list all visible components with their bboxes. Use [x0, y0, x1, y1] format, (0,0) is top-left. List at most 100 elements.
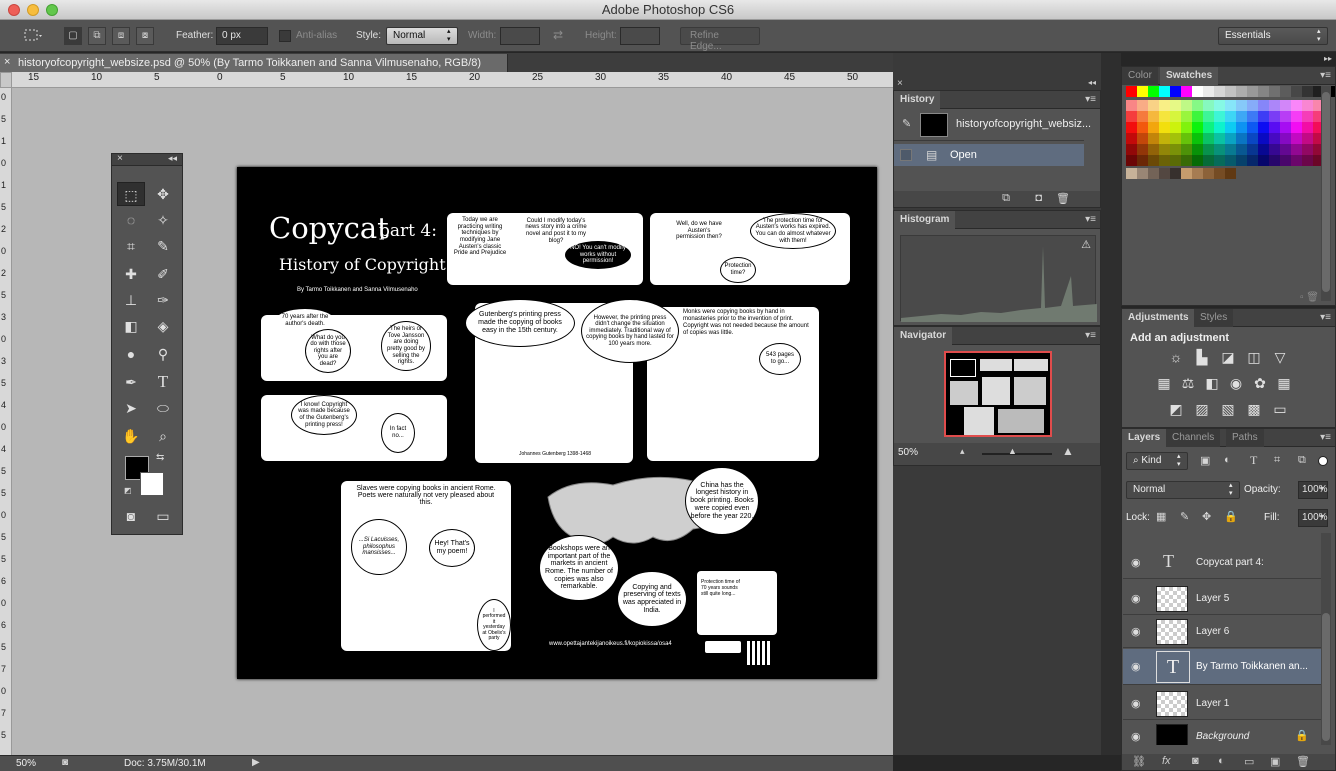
height-input[interactable] — [620, 27, 660, 45]
color-swatch[interactable] — [1225, 86, 1236, 97]
layer-row-layer5[interactable]: ◉ Layer 5 — [1123, 583, 1321, 615]
color-swatch[interactable] — [1269, 111, 1280, 122]
color-swatch[interactable] — [1192, 111, 1203, 122]
color-swatch[interactable] — [1214, 111, 1225, 122]
color-swatch[interactable] — [1148, 86, 1159, 97]
styles-tab[interactable]: Styles — [1194, 309, 1234, 327]
visibility-eye-icon[interactable]: ◉ — [1131, 556, 1145, 569]
move-icon[interactable]: ✥ — [149, 182, 177, 206]
color-swatch[interactable] — [1247, 122, 1258, 133]
color-swatch[interactable] — [1214, 155, 1225, 166]
color-balance-icon[interactable]: ⚖ — [1178, 373, 1198, 393]
lock-transparency-icon[interactable]: ▦ — [1156, 510, 1166, 523]
color-swatch[interactable] — [1291, 144, 1302, 155]
opacity-dropdown-icon[interactable]: ▾ — [1320, 484, 1324, 493]
color-swatch[interactable] — [1280, 155, 1291, 166]
hand-icon[interactable]: ✋ — [117, 424, 145, 448]
style-select[interactable]: Normal — [386, 27, 458, 45]
navigator-preview[interactable] — [944, 351, 1052, 437]
close-tab-icon[interactable]: × — [4, 56, 10, 68]
type-icon[interactable]: T — [149, 370, 177, 394]
lock-all-icon[interactable]: 🔒 — [1224, 510, 1238, 523]
color-swatch[interactable] — [1126, 155, 1137, 166]
lock-position-icon[interactable]: ✥ — [1202, 510, 1211, 523]
zoom-out-icon[interactable]: ▴ — [960, 446, 965, 457]
close-middle-dock-icon[interactable]: × — [897, 78, 903, 89]
filter-type-icon[interactable]: T — [1250, 453, 1257, 468]
color-swatch[interactable] — [1214, 122, 1225, 133]
visibility-eye-icon[interactable]: ◉ — [1131, 730, 1145, 743]
zoom-in-icon[interactable]: ▲ — [1062, 444, 1074, 458]
magic-wand-icon[interactable]: ✧ — [149, 208, 177, 232]
color-swatch[interactable] — [1291, 133, 1302, 144]
history-menu-icon[interactable]: ▾≡ — [1085, 94, 1096, 105]
collapse-tools-icon[interactable]: ◂◂ — [168, 153, 177, 164]
delete-layer-icon[interactable]: 🗑 — [1296, 755, 1310, 768]
color-swatch[interactable] — [1258, 100, 1269, 111]
color-swatch[interactable] — [1302, 86, 1313, 97]
color-swatch[interactable] — [1170, 100, 1181, 111]
screen-mode-icon[interactable]: ▭ — [149, 504, 177, 528]
layer-row-background[interactable]: ◉ Background 🔒 — [1123, 721, 1321, 745]
color-swatch[interactable] — [1302, 122, 1313, 133]
color-swatch[interactable] — [1137, 86, 1148, 97]
color-swatch[interactable] — [1126, 100, 1137, 111]
color-swatch[interactable] — [1236, 155, 1247, 166]
color-swatch[interactable] — [1148, 111, 1159, 122]
color-swatch[interactable] — [1302, 144, 1313, 155]
default-colors-icon[interactable]: ◩ — [124, 486, 132, 495]
color-swatch[interactable] — [1192, 100, 1203, 111]
color-tab[interactable]: Color — [1122, 67, 1158, 85]
color-swatch[interactable] — [1181, 133, 1192, 144]
color-swatch[interactable] — [1236, 100, 1247, 111]
histogram-menu-icon[interactable]: ▾≡ — [1085, 214, 1096, 225]
color-swatch[interactable] — [1148, 133, 1159, 144]
swap-colors-icon[interactable]: ⇆ — [156, 452, 164, 463]
layer-row-layer1[interactable]: ◉ Layer 1 — [1123, 688, 1321, 720]
new-group-icon[interactable]: ▭ — [1244, 755, 1254, 768]
swatches-scrollbar[interactable] — [1321, 86, 1331, 301]
color-swatch[interactable] — [1148, 155, 1159, 166]
color-swatch[interactable] — [1291, 122, 1302, 133]
color-swatch[interactable] — [1192, 122, 1203, 133]
visibility-eye-icon[interactable]: ◉ — [1131, 592, 1145, 605]
add-selection-icon[interactable]: ⧉ — [88, 27, 106, 45]
color-swatch[interactable] — [1137, 122, 1148, 133]
intersect-selection-icon[interactable]: ⧇ — [136, 27, 154, 45]
color-swatch[interactable] — [1214, 86, 1225, 97]
posterize-icon[interactable]: ▨ — [1192, 399, 1212, 419]
background-color-swatch[interactable] — [140, 472, 164, 496]
color-swatch[interactable] — [1126, 122, 1137, 133]
color-swatch[interactable] — [1203, 100, 1214, 111]
color-swatch[interactable] — [1181, 168, 1192, 179]
color-swatch[interactable] — [1302, 100, 1313, 111]
color-swatch[interactable] — [1236, 86, 1247, 97]
layers-menu-icon[interactable]: ▾≡ — [1320, 432, 1331, 443]
color-swatch[interactable] — [1280, 122, 1291, 133]
marquee-icon[interactable]: ⬚ — [117, 182, 145, 206]
color-swatch[interactable] — [1181, 122, 1192, 133]
layer-style-icon[interactable]: fx — [1162, 755, 1171, 767]
color-swatch[interactable] — [1170, 111, 1181, 122]
new-selection-icon[interactable]: ▢ — [64, 27, 82, 45]
new-document-from-state-icon[interactable]: ⧉ — [1002, 192, 1010, 205]
vibrance-icon[interactable]: ▽ — [1270, 347, 1290, 367]
blur-icon[interactable]: ● — [117, 342, 145, 366]
color-swatch[interactable] — [1181, 144, 1192, 155]
channel-mixer-icon[interactable]: ✿ — [1250, 373, 1270, 393]
black-white-icon[interactable]: ◧ — [1202, 373, 1222, 393]
swatches-menu-icon[interactable]: ▾≡ — [1320, 70, 1331, 81]
color-swatch[interactable] — [1247, 100, 1258, 111]
pen-icon[interactable]: ✒ — [117, 370, 145, 394]
dodge-icon[interactable]: ⚲ — [149, 342, 177, 366]
subtract-selection-icon[interactable]: ⧈ — [112, 27, 130, 45]
paths-tab[interactable]: Paths — [1226, 429, 1264, 447]
layer-filter-select[interactable]: ⌕ Kind — [1126, 452, 1188, 470]
zoom-slider[interactable] — [982, 453, 1052, 455]
gradient-map-icon[interactable]: ▭ — [1270, 399, 1290, 419]
channels-tab[interactable]: Channels — [1166, 429, 1221, 447]
filter-smart-object-icon[interactable]: ⧉ — [1298, 454, 1306, 467]
fill-dropdown-icon[interactable]: ▾ — [1320, 512, 1324, 521]
healing-brush-icon[interactable]: ✚ — [117, 262, 145, 286]
visibility-eye-icon[interactable]: ◉ — [1131, 625, 1145, 638]
